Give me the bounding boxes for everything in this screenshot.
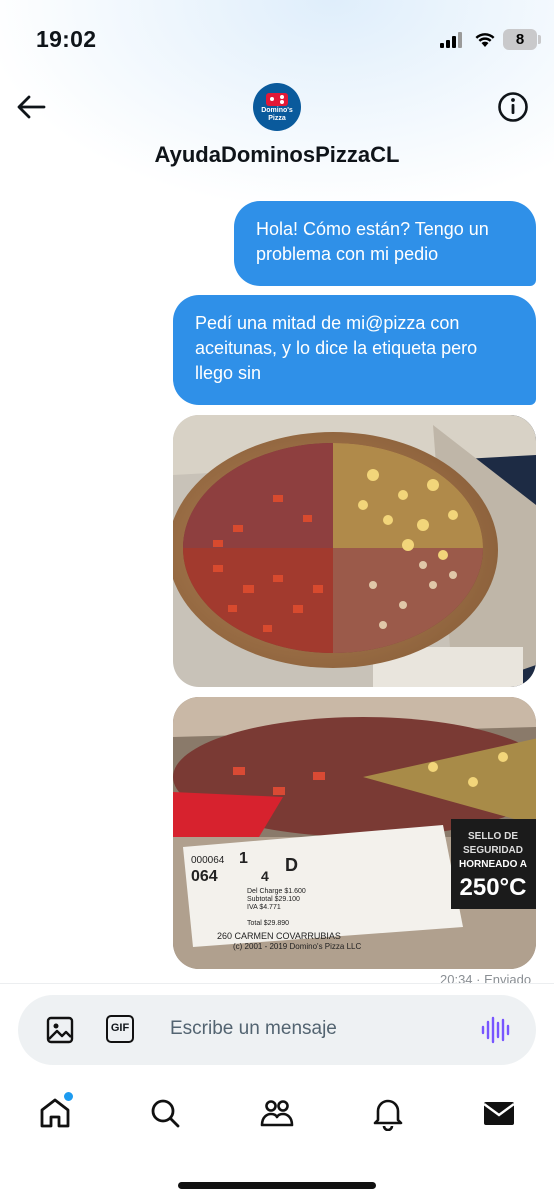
status-time: 19:02 — [36, 26, 97, 52]
battery-level: 8 — [515, 31, 525, 48]
avatar[interactable]: Domino's Pizza — [253, 83, 301, 131]
message-bubble[interactable]: Hola! Cómo están? Tengo un problema con … — [234, 201, 536, 286]
status-bar: 19:02 8 — [0, 0, 554, 80]
label-num-2: 4 — [261, 868, 269, 884]
dominos-logo-icon — [266, 93, 288, 106]
label-subtotal: Subtotal $29.100 — [247, 896, 300, 903]
image-icon[interactable] — [44, 1014, 76, 1046]
label-total: Total $29.890 — [247, 920, 289, 927]
label-store: 260 CARMEN COVARRUBIAS — [217, 931, 341, 941]
pizza-photo[interactable] — [173, 415, 536, 687]
seal-temp: 250°C — [460, 874, 527, 901]
label-num-1: 1 — [239, 850, 248, 867]
home-indicator — [178, 1182, 376, 1189]
voice-message-icon[interactable] — [480, 1015, 510, 1045]
label-order-id: 000064 — [191, 855, 225, 866]
search-icon[interactable] — [147, 1095, 183, 1131]
message-bubble[interactable]: Pedí una mitad de mi@pizza con aceitunas… — [173, 295, 536, 405]
label-del-charge: Del Charge $1.600 — [247, 888, 306, 895]
notifications-bell-icon[interactable] — [370, 1095, 406, 1131]
conversation-title[interactable]: AyudaDominosPizzaCL — [0, 142, 554, 168]
message-input[interactable]: Escribe un mensaje — [170, 1018, 337, 1040]
pizza-label-photo[interactable]: SELLO DE SEGURIDAD HORNEADO A 250°C 0000… — [173, 697, 536, 969]
battery-tip — [538, 35, 541, 44]
pizza-photo-image — [173, 415, 536, 687]
label-copyright: (c) 2001 - 2019 Domino's Pizza LLC — [233, 942, 361, 951]
wifi-icon — [475, 33, 495, 47]
label-letter: D — [285, 855, 298, 875]
messages-envelope-icon[interactable] — [481, 1095, 517, 1131]
label-order-short: 064 — [191, 868, 218, 885]
battery-icon: 8 — [503, 29, 537, 50]
cellular-signal-icon — [440, 32, 462, 48]
info-icon[interactable] — [496, 90, 530, 124]
gif-icon[interactable]: GIF — [106, 1015, 134, 1043]
seal-text-1: SELLO DE — [468, 831, 518, 842]
home-notification-dot — [62, 1090, 75, 1103]
seal-text-2: SEGURIDAD — [463, 845, 523, 856]
back-arrow-icon[interactable] — [14, 90, 48, 124]
seal-text-3: HORNEADO A — [459, 859, 527, 870]
communities-icon[interactable] — [259, 1095, 295, 1131]
avatar-text: Domino's Pizza — [261, 107, 293, 122]
pizza-label-image: SELLO DE SEGURIDAD HORNEADO A 250°C 0000… — [173, 697, 536, 969]
label-iva: IVA $4.771 — [247, 904, 281, 911]
